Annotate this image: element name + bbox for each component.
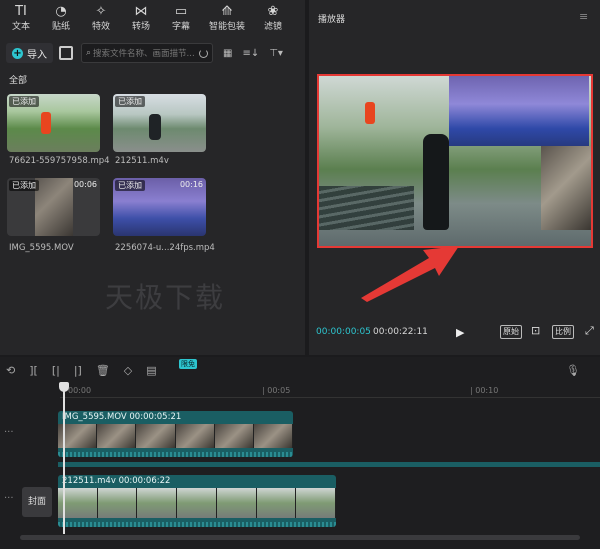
media-card[interactable]: 已添加 00:16 xyxy=(113,178,206,236)
toolbar-sticker[interactable]: ◔ 贴纸 xyxy=(42,0,80,36)
media-filename: 2256074-u...24fps.mp4 xyxy=(115,243,215,253)
thumbnail-figure xyxy=(149,114,161,140)
timeline-ruler xyxy=(60,384,600,398)
clip-label: 212511.m4v 00:00:06:22 xyxy=(62,476,171,486)
media-duration: 00:06 xyxy=(73,180,97,189)
total-timecode: 00:00:22:11 xyxy=(373,327,428,337)
media-search-row: + 导入 ⌕ 搜索文件名称、画面描节... ▦ ≡↓ ⊤▾ xyxy=(6,42,301,64)
preview-figure-dark xyxy=(423,134,449,230)
aspect-ratio-button[interactable]: 比例 xyxy=(552,325,574,339)
video-preview[interactable] xyxy=(317,74,593,248)
preview-overlay-right xyxy=(541,146,591,230)
subtitle-recognize-icon[interactable]: ▤ xyxy=(146,364,156,377)
added-badge: 已添加 xyxy=(115,180,145,191)
toolbar-label: 智能包装 xyxy=(208,22,245,32)
toolbar-label: 字幕 xyxy=(171,22,190,32)
loading-icon xyxy=(199,48,208,58)
toolbar-label: 滤镜 xyxy=(263,22,282,32)
sort-button[interactable]: ≡↓ xyxy=(242,48,259,59)
cover-button[interactable]: 封面 xyxy=(22,487,52,517)
clip-audio-waveform xyxy=(58,452,293,457)
qr-code-icon[interactable] xyxy=(59,46,73,60)
search-input[interactable]: ⌕ 搜索文件名称、画面描节... xyxy=(81,43,213,63)
thumbnail-figure xyxy=(41,112,51,134)
free-badge: 限免 xyxy=(179,359,197,369)
ruler-tick: 00:00 xyxy=(68,386,92,395)
toolbar-text[interactable]: TI 文本 xyxy=(2,0,40,36)
current-timecode: 00:00:00:05 xyxy=(316,327,371,337)
effects-icon: ✧ xyxy=(95,4,107,19)
added-badge: 已添加 xyxy=(115,96,145,107)
clip-thumbnails xyxy=(58,488,336,518)
collapsed-track[interactable] xyxy=(58,462,600,467)
menu-icon[interactable]: ≡ xyxy=(579,10,588,23)
media-filename: 76621-559757958.mp4 xyxy=(9,156,110,166)
toolbar-filter[interactable]: ❀ 滤镜 xyxy=(254,0,292,36)
plus-icon: + xyxy=(12,47,23,59)
track-options-icon[interactable]: ··· xyxy=(4,427,14,438)
media-filename: IMG_5595.MOV xyxy=(9,243,74,253)
media-filename: 212511.m4v xyxy=(115,156,169,166)
toolbar-subtitle[interactable]: ▭ 字幕 xyxy=(162,0,200,36)
search-icon: ⌕ xyxy=(86,48,92,58)
toolbar-transition[interactable]: ⋈ 转场 xyxy=(122,0,160,36)
search-placeholder: 搜索文件名称、画面描节... xyxy=(93,49,195,59)
annotation-arrow-icon xyxy=(361,246,459,302)
play-icon[interactable]: ▶ xyxy=(456,326,464,339)
media-card[interactable]: 已添加 xyxy=(113,94,206,152)
toolbar-label: 特效 xyxy=(91,22,110,32)
undo-icon[interactable]: ⟲ xyxy=(6,364,15,377)
subtitle-icon: ▭ xyxy=(174,4,188,19)
toolbar-label: 文本 xyxy=(11,22,30,32)
delete-icon[interactable]: 🗑 xyxy=(96,364,110,377)
category-all[interactable]: 全部 xyxy=(9,73,27,86)
clip-label: IMG_5595.MOV 00:00:05:21 xyxy=(62,412,182,422)
toolbar-effects[interactable]: ✧ 特效 xyxy=(82,0,120,36)
microphone-icon[interactable]: 🎙 xyxy=(566,364,580,377)
top-toolbar: TI 文本 ◔ 贴纸 ✧ 特效 ⋈ 转场 ▭ 字幕 ⟰ 智能包装 ❀ 滤镜 xyxy=(0,0,305,36)
track-options-icon[interactable]: ··· xyxy=(4,493,14,504)
import-label: 导入 xyxy=(27,49,47,61)
expand-icon[interactable]: ⤢ xyxy=(583,325,596,339)
timeline-clip[interactable]: IMG_5595.MOV 00:00:05:21 xyxy=(58,411,293,457)
watermark-text: 天极下载 xyxy=(105,281,226,314)
preview-benches xyxy=(319,186,414,230)
split-right-icon[interactable]: |] xyxy=(74,364,82,377)
thumbnail-image xyxy=(35,178,73,236)
toolbar-label: 转场 xyxy=(131,22,150,32)
media-card[interactable]: 已添加 00:06 xyxy=(7,178,100,236)
timeline-clip[interactable]: 212511.m4v 00:00:06:22 xyxy=(58,475,336,527)
preview-figure-red xyxy=(365,102,375,124)
shield-icon[interactable]: ◇ xyxy=(124,364,132,377)
player-title: 播放器 xyxy=(318,15,346,25)
clip-thumbnails xyxy=(58,424,293,448)
ruler-tick: | 00:05 xyxy=(262,386,291,395)
playhead[interactable] xyxy=(63,384,65,534)
media-card[interactable]: 已添加 xyxy=(7,94,100,152)
grid-view-icon[interactable]: ▦ xyxy=(223,48,232,59)
transition-icon: ⋈ xyxy=(134,4,148,19)
timeline-toolbar: ⟲ ][ [| |] 🗑 ◇ ▤ 🎙 xyxy=(0,357,600,383)
playhead-handle[interactable] xyxy=(59,382,69,392)
import-button[interactable]: + 导入 xyxy=(6,43,53,63)
toolbar-smart-package[interactable]: ⟰ 智能包装 xyxy=(202,0,252,36)
preview-overlay-top xyxy=(449,76,589,146)
clip-audio-waveform xyxy=(58,522,336,527)
filter-icon: ❀ xyxy=(267,4,279,19)
media-duration: 00:16 xyxy=(179,180,203,189)
ruler-tick: | 00:10 xyxy=(470,386,499,395)
sticker-icon: ◔ xyxy=(55,4,67,19)
fullscreen-fit-icon[interactable]: ⊡ xyxy=(529,325,542,339)
timeline-scrollbar[interactable] xyxy=(20,535,580,540)
split-icon[interactable]: ][ xyxy=(29,364,38,377)
smart-package-icon: ⟰ xyxy=(221,4,233,19)
original-size-button[interactable]: 原始 xyxy=(500,325,522,339)
added-badge: 已添加 xyxy=(9,180,39,191)
toolbar-label: 贴纸 xyxy=(51,22,70,32)
split-left-icon[interactable]: [| xyxy=(52,364,60,377)
text-icon: TI xyxy=(15,4,27,19)
filter-button[interactable]: ⊤▾ xyxy=(269,48,283,59)
added-badge: 已添加 xyxy=(9,96,39,107)
